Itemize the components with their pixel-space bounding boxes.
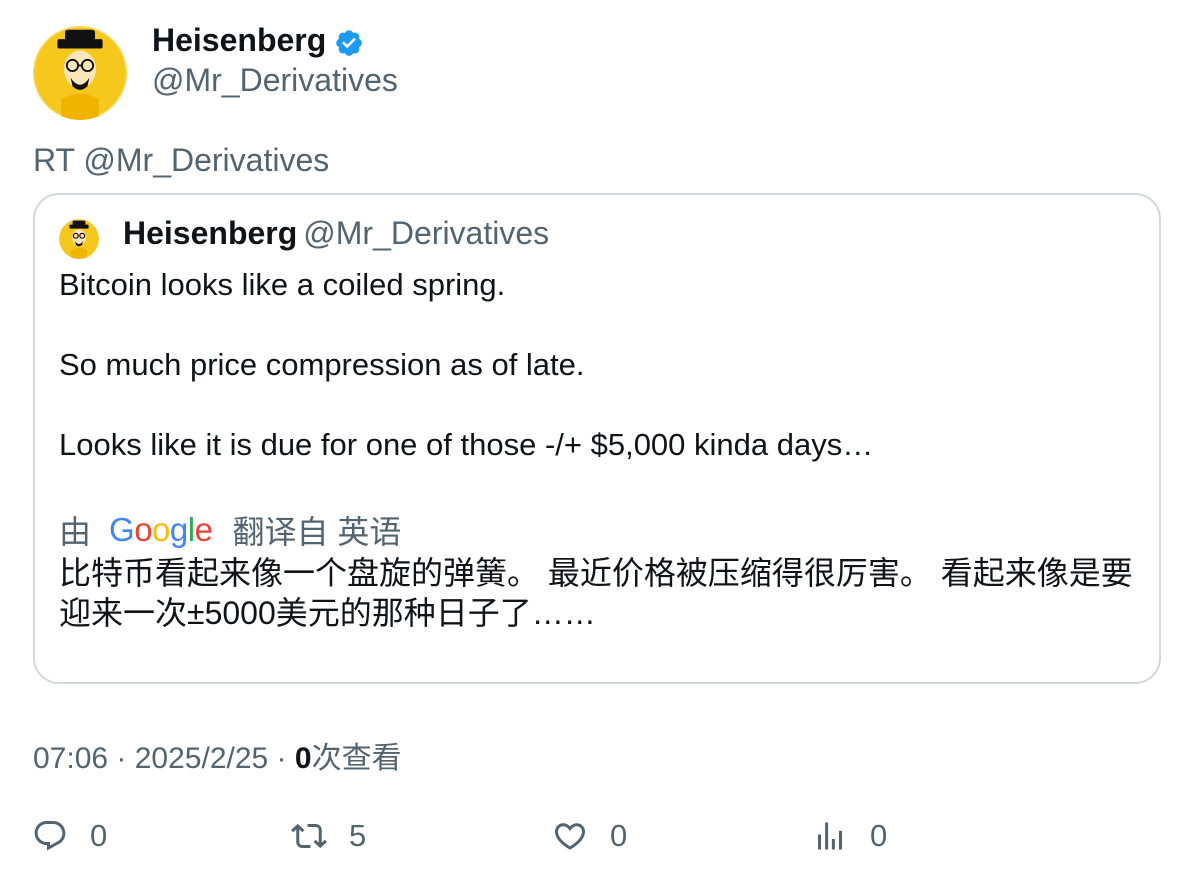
retweet-count: 5 bbox=[349, 818, 367, 853]
meta-separator: · bbox=[108, 742, 135, 775]
quoted-tweet-card[interactable]: Heisenberg @Mr_Derivatives Bitcoin looks … bbox=[33, 193, 1161, 684]
like-button[interactable]: 0 bbox=[552, 818, 627, 854]
reply-button[interactable]: 0 bbox=[32, 818, 107, 854]
author-avatar[interactable] bbox=[33, 26, 127, 120]
quoted-text-line-1: Bitcoin looks like a coiled spring. bbox=[59, 267, 506, 302]
quoted-author-avatar[interactable] bbox=[59, 219, 99, 259]
translated-text: 比特币看起来像一个盘旋的弹簧。 最近价格被压缩得很厉害。 看起来像是要迎来一次±… bbox=[59, 555, 1133, 631]
heisenberg-avatar-icon bbox=[33, 26, 127, 120]
meta-separator: · bbox=[268, 742, 295, 775]
like-count: 0 bbox=[610, 818, 628, 853]
action-bar: 0 5 0 0 bbox=[0, 818, 1196, 866]
verified-badge-icon bbox=[336, 29, 363, 56]
retweet-text: RT @Mr_Derivatives bbox=[33, 142, 330, 178]
heisenberg-avatar-icon bbox=[59, 219, 99, 259]
translation-attribution[interactable]: 由 Google 翻译自 英语 bbox=[59, 507, 401, 553]
reply-count: 0 bbox=[90, 818, 108, 853]
author-name-text[interactable]: Heisenberg bbox=[152, 22, 326, 59]
author-display-name[interactable]: Heisenberg bbox=[152, 22, 364, 59]
author-handle[interactable]: @Mr_Derivatives bbox=[152, 62, 398, 99]
analytics-icon bbox=[818, 822, 842, 850]
quoted-text-line-2: So much price compression as of late. bbox=[59, 347, 585, 382]
tweet-meta: 07:06 · 2025/2/25 · 0次查看 bbox=[33, 733, 402, 777]
reply-icon bbox=[34, 821, 66, 851]
retweet-button[interactable]: 5 bbox=[291, 818, 366, 854]
google-logo-icon: Google bbox=[109, 511, 213, 548]
quoted-display-name[interactable]: Heisenberg bbox=[123, 215, 297, 251]
quoted-text-line-3: Looks like it is due for one of those -/… bbox=[59, 427, 874, 462]
views-label: 次查看 bbox=[311, 742, 402, 775]
quoted-header: Heisenberg @Mr_Derivatives bbox=[123, 215, 549, 252]
translate-by-label: 由 bbox=[59, 514, 92, 550]
quoted-handle[interactable]: @Mr_Derivatives bbox=[303, 215, 549, 251]
tweet-date[interactable]: 2025/2/25 bbox=[135, 742, 268, 775]
views-count: 0 bbox=[294, 742, 312, 775]
views-action-count: 0 bbox=[870, 818, 888, 853]
retweet-icon bbox=[291, 823, 327, 849]
heart-icon bbox=[554, 823, 586, 850]
views-button[interactable]: 0 bbox=[812, 818, 887, 854]
tweet-time[interactable]: 07:06 bbox=[33, 742, 108, 775]
translate-from-label: 翻译自 英语 bbox=[232, 514, 402, 550]
